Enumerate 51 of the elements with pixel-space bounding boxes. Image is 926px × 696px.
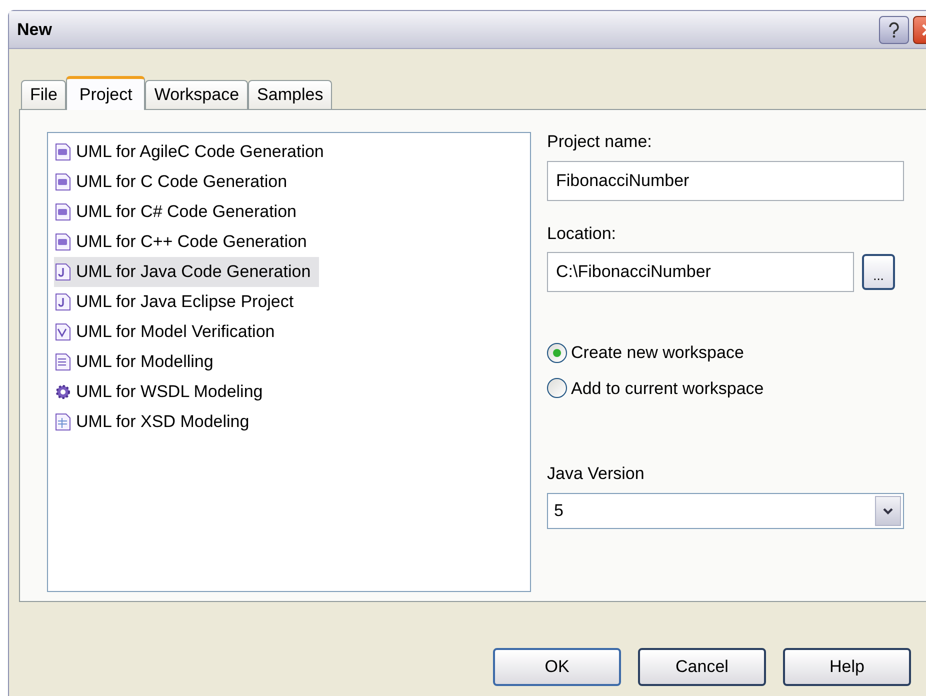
item-label: UML for Java Eclipse Project bbox=[76, 291, 294, 314]
field-label: Project name: bbox=[547, 131, 653, 153]
document-icon bbox=[54, 173, 72, 191]
radio-button[interactable] bbox=[547, 342, 567, 363]
list-item[interactable]: UML for XSD Modeling bbox=[54, 407, 258, 437]
java-version-dropdown[interactable]: 5 bbox=[547, 492, 904, 528]
document-icon bbox=[54, 323, 72, 341]
item-label: UML for Java Code Generation bbox=[76, 261, 311, 284]
browse-button[interactable]: ... bbox=[862, 254, 895, 290]
help-button[interactable] bbox=[879, 16, 909, 44]
tab[interactable]: Project bbox=[66, 76, 146, 110]
item-label: UML for WSDL Modeling bbox=[76, 381, 263, 404]
document-icon bbox=[54, 293, 72, 311]
document-icon bbox=[54, 143, 72, 161]
radio-label: Add to current workspace bbox=[571, 378, 764, 400]
gear-icon bbox=[54, 383, 72, 401]
list-item[interactable]: UML for C# Code Generation bbox=[54, 197, 304, 227]
dialog-button[interactable]: Cancel bbox=[638, 648, 766, 686]
list-item[interactable]: UML for Java Eclipse Project bbox=[54, 287, 302, 317]
project-name-field[interactable]: FibonacciNumber bbox=[547, 160, 904, 200]
window-title: New bbox=[17, 18, 52, 41]
document-icon bbox=[54, 413, 72, 431]
field-label: Java Version bbox=[547, 463, 646, 485]
item-label: UML for C# Code Generation bbox=[76, 201, 296, 224]
field-label: Location: bbox=[547, 222, 617, 244]
list-item[interactable]: UML for Modelling bbox=[54, 347, 222, 377]
radio-button[interactable] bbox=[547, 378, 567, 398]
tab[interactable]: File bbox=[21, 80, 66, 109]
item-label: UML for Modelling bbox=[76, 351, 214, 374]
radio-label: Create new workspace bbox=[571, 342, 744, 364]
dialog-button[interactable]: Help bbox=[783, 648, 911, 686]
tab[interactable]: Samples bbox=[248, 80, 332, 109]
document-icon bbox=[54, 203, 72, 221]
document-icon bbox=[54, 233, 72, 251]
document-icon bbox=[54, 353, 72, 371]
list-item[interactable]: UML for AgileC Code Generation bbox=[54, 137, 332, 167]
list-item[interactable]: UML for Java Code Generation bbox=[54, 257, 319, 287]
question-icon bbox=[888, 22, 900, 38]
item-label: UML for AgileC Code Generation bbox=[76, 141, 324, 164]
dialog-button[interactable]: OK bbox=[493, 648, 621, 686]
tab[interactable]: Workspace bbox=[145, 80, 248, 109]
list-item[interactable]: UML for C Code Generation bbox=[54, 167, 296, 197]
list-item[interactable]: UML for WSDL Modeling bbox=[54, 377, 271, 407]
item-label: UML for C++ Code Generation bbox=[76, 231, 307, 254]
item-label: UML for C Code Generation bbox=[76, 171, 288, 194]
list-item[interactable]: UML for Model Verification bbox=[54, 317, 283, 347]
list-item[interactable]: UML for C++ Code Generation bbox=[54, 227, 315, 257]
item-label: UML for XSD Modeling bbox=[76, 411, 250, 434]
document-icon bbox=[54, 263, 72, 281]
item-label: UML for Model Verification bbox=[76, 321, 275, 344]
location-field[interactable]: C:\FibonacciNumber bbox=[547, 252, 854, 292]
